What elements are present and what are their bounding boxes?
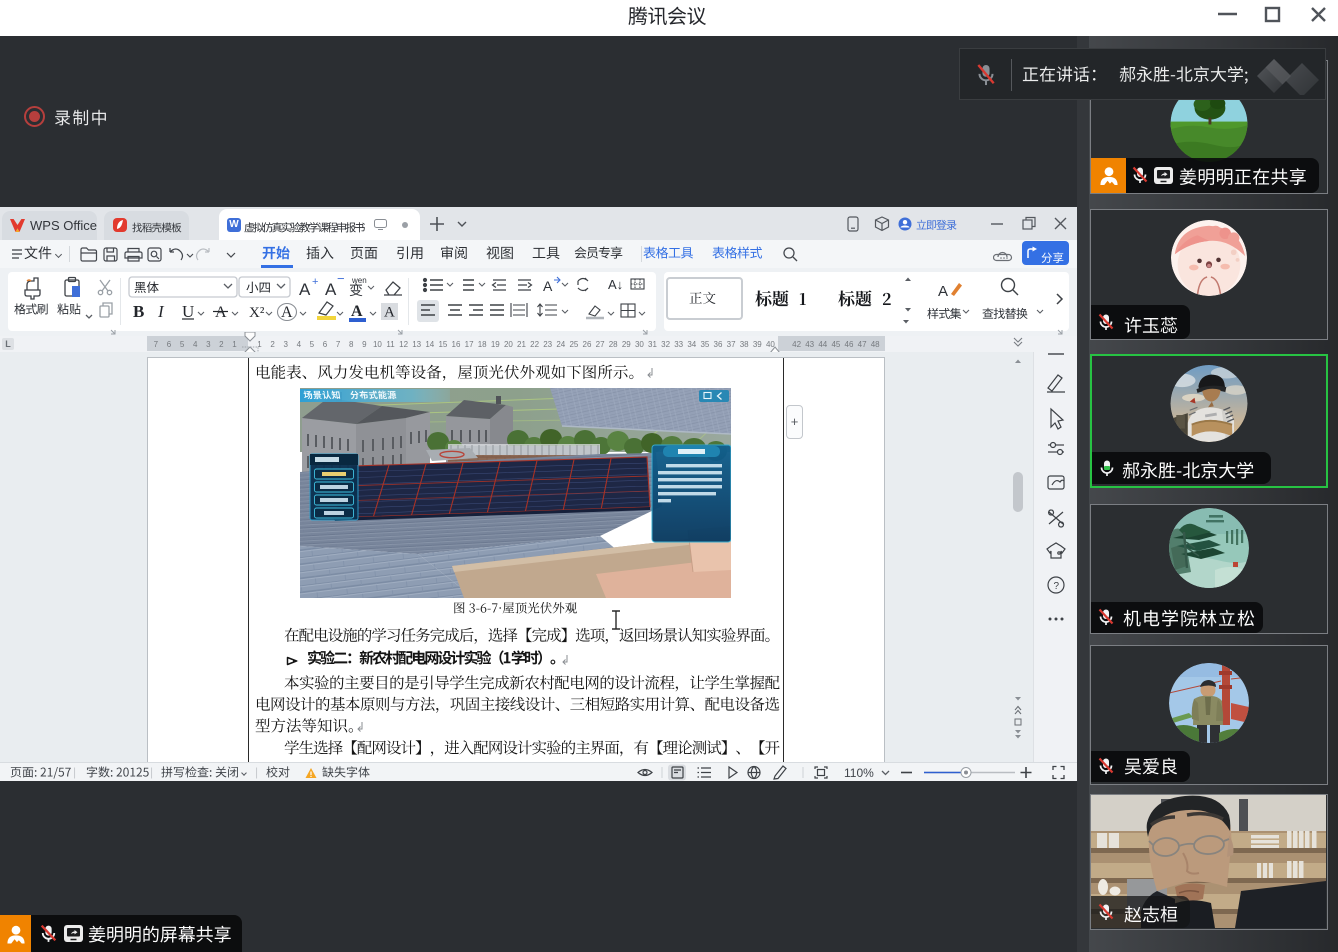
svg-text:B: B — [133, 302, 144, 321]
svg-text:A: A — [938, 283, 948, 300]
svg-text:+: + — [312, 276, 318, 288]
svg-text:A: A — [215, 304, 227, 321]
svg-text:A: A — [543, 278, 553, 294]
svg-text:A: A — [351, 303, 363, 320]
svg-text:A: A — [384, 305, 395, 321]
svg-text:−: − — [337, 271, 345, 286]
svg-text:X²: X² — [249, 305, 265, 321]
svg-text:A: A — [325, 280, 337, 299]
svg-text:I: I — [157, 302, 165, 321]
svg-text:A↓: A↓ — [608, 277, 623, 292]
svg-text:?: ? — [1054, 581, 1060, 592]
svg-text:U: U — [182, 302, 194, 321]
svg-text:110%: 110% — [844, 766, 874, 780]
svg-text:A: A — [299, 280, 311, 299]
svg-text:A: A — [281, 304, 293, 321]
svg-text:wen: wen — [351, 276, 367, 285]
